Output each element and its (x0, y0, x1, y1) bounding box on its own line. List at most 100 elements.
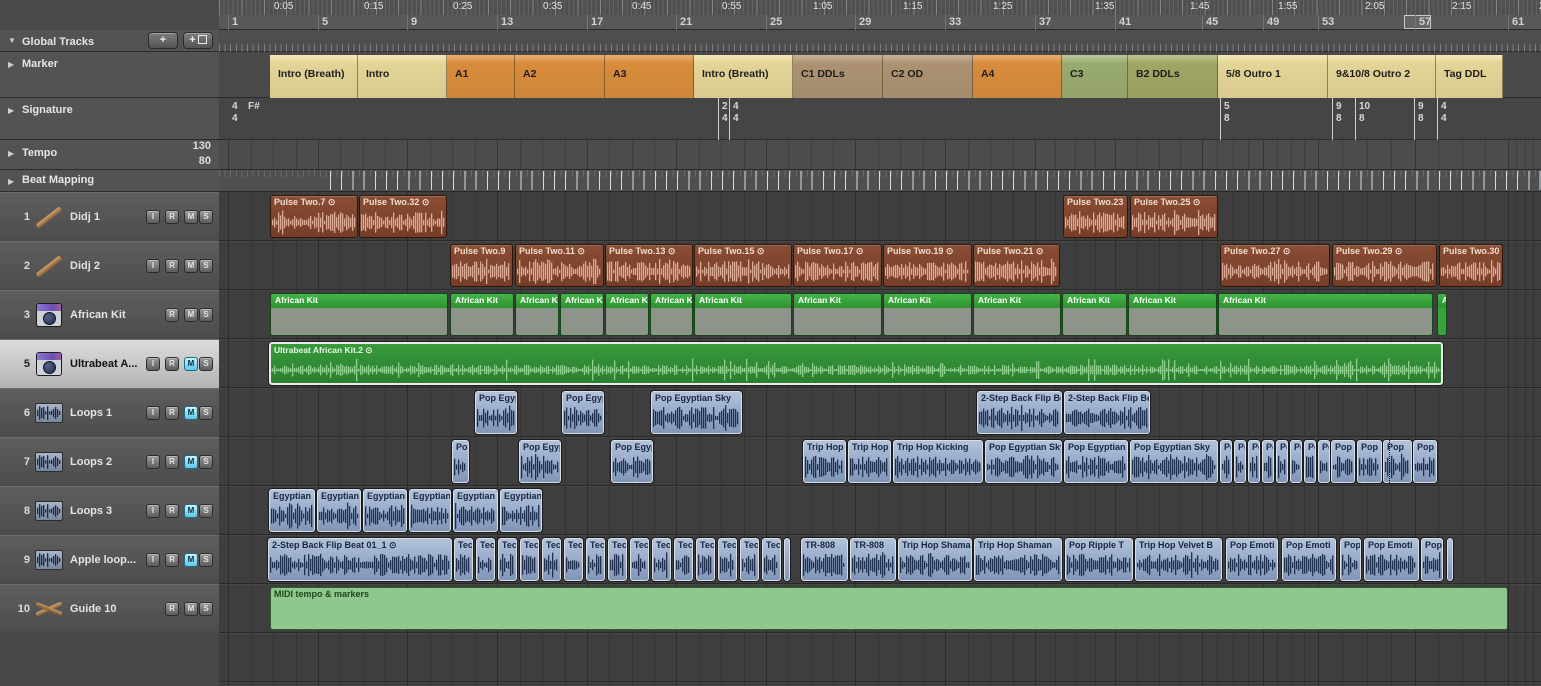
signature-change-line[interactable] (1414, 98, 1415, 140)
beat-mapping-lines[interactable] (330, 171, 1541, 190)
region-blue[interactable]: Trip Hop Kicking (803, 440, 846, 483)
lane-separator-highlight[interactable] (219, 388, 1541, 389)
region-rust[interactable]: Pulse Two.15 ⊙ (694, 244, 792, 287)
region-blue[interactable]: Trip Hop Kicking (848, 440, 891, 483)
loop-body[interactable] (35, 501, 63, 521)
mute-button[interactable]: M (184, 308, 198, 322)
mute-button[interactable]: M (184, 455, 198, 469)
region-rust[interactable]: Pulse Two.17 ⊙ (793, 244, 882, 287)
subdivision-ticks[interactable] (219, 44, 1541, 52)
signature-denominator[interactable]: 4 (1441, 113, 1447, 124)
marker-region[interactable]: Intro (Breath) (270, 55, 358, 98)
mute-button[interactable]: M (184, 553, 198, 567)
input-monitor-button[interactable]: I (146, 553, 160, 567)
solo-button[interactable]: S (199, 357, 213, 371)
bar-ruler-label[interactable]: 29 (855, 15, 871, 30)
signature-numerator[interactable]: 4 (733, 101, 739, 112)
record-enable-button[interactable]: R (165, 259, 179, 273)
region-midi[interactable]: African Kit (605, 293, 649, 336)
region-blue[interactable]: Egyptian (269, 489, 315, 532)
machine-pad[interactable] (43, 361, 56, 374)
region-blue[interactable]: Pop Emoti (1282, 538, 1336, 581)
track-name[interactable]: African Kit (70, 309, 126, 321)
signature-change-line[interactable] (729, 98, 730, 140)
time-ruler-label[interactable]: 1:15 (903, 1, 922, 12)
stick[interactable] (36, 255, 63, 277)
region-rust[interactable]: Pulse Two.27 ⊙ (1220, 244, 1330, 287)
lane-separator-highlight[interactable] (219, 486, 1541, 487)
signature-lane[interactable] (219, 98, 1541, 140)
record-enable-button[interactable]: R (165, 455, 179, 469)
signature-change-line[interactable] (1220, 98, 1221, 140)
region-blue[interactable]: Pop Egyptian Sky (519, 440, 561, 483)
region-blue[interactable]: Tec (586, 538, 605, 581)
time-ruler-label[interactable]: 0:55 (722, 1, 741, 12)
region-blue[interactable]: Pop Egyptian Sky (562, 391, 604, 434)
disclosure-right-icon[interactable]: ▶ (8, 60, 14, 69)
signature-numerator[interactable]: 9 (1336, 101, 1342, 112)
region-rust[interactable]: Pulse Two.13 ⊙ (605, 244, 693, 287)
time-ruler-label[interactable]: 1:25 (993, 1, 1012, 12)
time-ruler-label[interactable]: 0:15 (364, 1, 383, 12)
input-monitor-button[interactable]: I (146, 210, 160, 224)
signature-denominator[interactable]: 8 (1418, 113, 1424, 124)
bar-ruler-label[interactable]: 41 (1115, 15, 1131, 30)
region-blue[interactable]: Tec (652, 538, 671, 581)
record-enable-button[interactable]: R (165, 602, 179, 616)
region-blue[interactable]: Egyptian (453, 489, 498, 532)
region-blue[interactable]: Trip Hop Kicking (893, 440, 983, 483)
bar-ruler-label[interactable]: 9 (407, 15, 417, 30)
region-blue[interactable]: Pop Egyptian Sky (611, 440, 653, 483)
region-midi[interactable]: African Kit (793, 293, 882, 336)
track-header-didj-2[interactable]: 2Didj 2IRMS (0, 241, 219, 291)
region-blue[interactable]: 2-Step Back Flip Beat (977, 391, 1062, 434)
machine-top[interactable] (37, 353, 62, 360)
region-blue[interactable]: Tec (498, 538, 517, 581)
region-midi[interactable]: African Kit (650, 293, 693, 336)
track-header-loops-1[interactable]: 6Loops 1IRMS (0, 388, 219, 438)
signature-denominator[interactable]: 4 (722, 113, 728, 124)
machine-body[interactable] (36, 303, 62, 327)
time-ruler-label[interactable]: 1:55 (1278, 1, 1297, 12)
bar-ruler-label[interactable]: 33 (945, 15, 961, 30)
region-blue[interactable]: Tec (608, 538, 627, 581)
signature-change-line[interactable] (1332, 98, 1333, 140)
global-row-signature[interactable]: ▶ Signature (0, 98, 219, 140)
signature-numerator[interactable]: 2 (722, 101, 728, 112)
region-midi[interactable]: African Kit (694, 293, 792, 336)
region-blue[interactable]: Pop (1248, 440, 1260, 483)
lane-separator-highlight[interactable] (219, 437, 1541, 438)
signature-numerator[interactable]: 10 (1359, 101, 1370, 112)
track-name[interactable]: Guide 10 (70, 603, 116, 615)
time-ruler-label[interactable]: 0:05 (274, 1, 293, 12)
region-midi[interactable]: African Kit (1128, 293, 1217, 336)
region-blue[interactable]: Pop Egyptian (1064, 440, 1128, 483)
region-midi[interactable]: African Kit (1218, 293, 1433, 336)
region-blue[interactable]: Pop Ripple T (1065, 538, 1133, 581)
region-blue[interactable]: Tec (476, 538, 495, 581)
loop-body[interactable] (35, 403, 63, 423)
region-blue[interactable]: Pop (1262, 440, 1274, 483)
marker-region[interactable]: C3 (1062, 55, 1128, 98)
track-name[interactable]: Apple loop... (70, 554, 136, 566)
time-ruler-label[interactable]: 0:45 (632, 1, 651, 12)
region-blue[interactable]: Pop (1331, 440, 1355, 483)
region-midi[interactable]: African Kit (883, 293, 972, 336)
solo-button[interactable]: S (199, 553, 213, 567)
marker-region[interactable]: A1 (447, 55, 515, 98)
track-header-apple-loop[interactable]: 9Apple loop...IRMS (0, 535, 219, 585)
track-name[interactable]: Ultrabeat A... (70, 358, 137, 370)
machine-pad[interactable] (43, 312, 56, 325)
marker-region[interactable]: A4 (973, 55, 1062, 98)
region-blue[interactable]: Pop (1318, 440, 1330, 483)
mute-button[interactable]: M (184, 210, 198, 224)
mute-button[interactable]: M (184, 357, 198, 371)
machine-body[interactable] (36, 352, 62, 376)
machine-top[interactable] (37, 304, 62, 311)
region-rust[interactable]: Pulse Two.19 ⊙ (883, 244, 972, 287)
key-signature[interactable]: F# (248, 101, 260, 112)
marker-region[interactable]: A2 (515, 55, 605, 98)
loop-body[interactable] (35, 452, 63, 472)
track-name[interactable]: Loops 2 (70, 456, 112, 468)
lane-separator-highlight[interactable] (219, 339, 1541, 340)
